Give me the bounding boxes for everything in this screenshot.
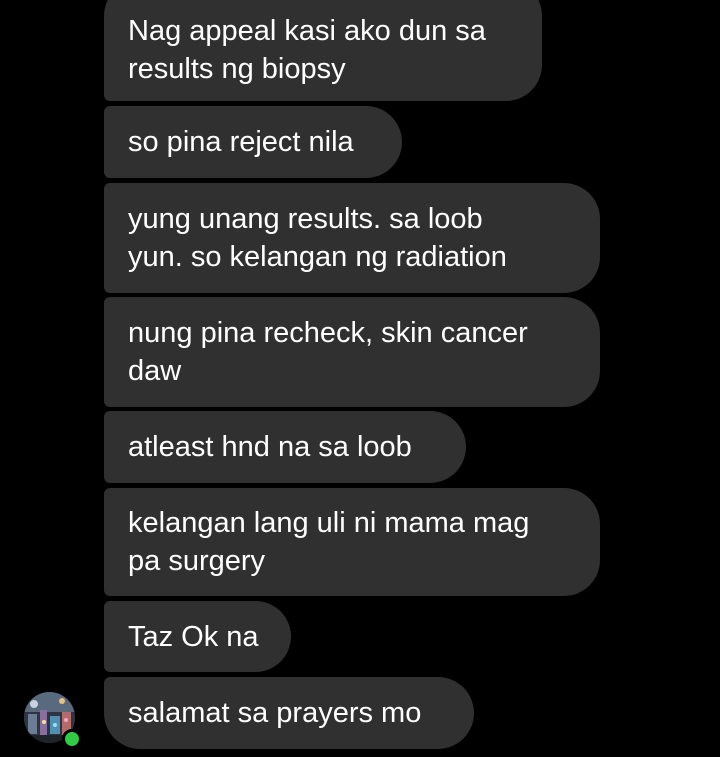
message-bubble[interactable]: yung unang results. sa loob yun. so kela… xyxy=(104,183,600,293)
message-thread: Nag appeal kasi ako dun sa results ng bi… xyxy=(0,0,720,757)
message-text-line: so pina reject nila xyxy=(128,126,354,158)
message-bubble[interactable]: nung pina recheck, skin cancer daw xyxy=(104,297,600,407)
message-text-line: yun. so kelangan ng radiation xyxy=(128,241,507,273)
message-text-line: pa surgery xyxy=(128,545,266,577)
message-text-line: Taz Ok na xyxy=(128,620,259,653)
message-text-line: kelangan lang uli ni mama mag xyxy=(128,507,530,539)
message-text-line: salamat sa prayers mo xyxy=(128,697,422,729)
message-bubble[interactable]: Taz Ok na xyxy=(104,601,291,672)
message-text-line: atleast hnd na sa loob xyxy=(128,431,412,463)
message-bubble[interactable]: so pina reject nila xyxy=(104,106,402,178)
online-status-indicator xyxy=(62,729,82,749)
message-text-line: nung pina recheck, skin cancer xyxy=(128,317,528,349)
message-text-line: Nag appeal kasi ako dun sa xyxy=(128,14,486,47)
message-text-line: daw xyxy=(128,355,182,387)
message-text-line: yung unang results. sa loob xyxy=(128,203,483,235)
message-bubble[interactable]: Nag appeal kasi ako dun sa results ng bi… xyxy=(104,0,542,101)
message-bubble[interactable]: salamat sa prayers mo xyxy=(104,677,474,749)
message-bubble[interactable]: kelangan lang uli ni mama mag pa surgery xyxy=(104,488,600,596)
message-text-line: results ng biopsy xyxy=(128,52,346,85)
message-bubble[interactable]: atleast hnd na sa loob xyxy=(104,411,466,483)
